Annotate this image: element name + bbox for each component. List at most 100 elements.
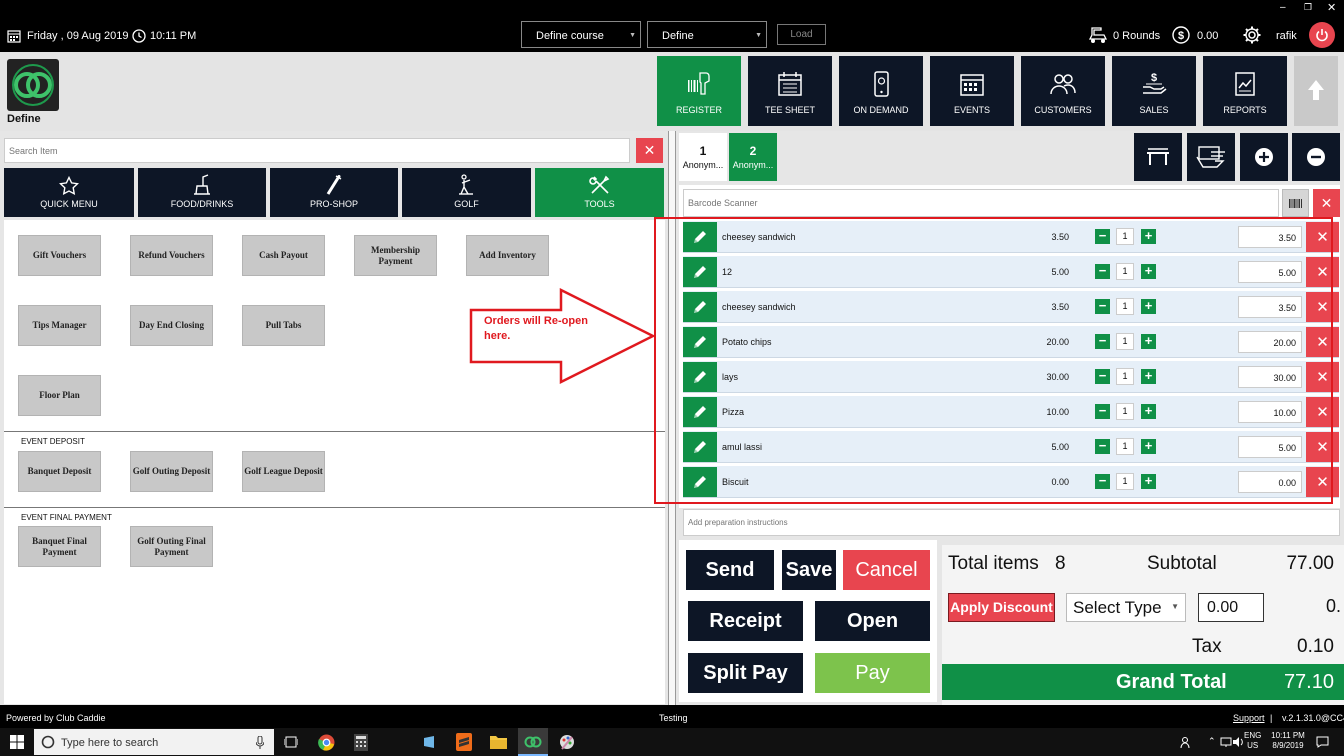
- golfer-icon: [456, 174, 476, 196]
- network-icon[interactable]: [1220, 736, 1232, 748]
- add-tab-button[interactable]: [1240, 133, 1288, 181]
- hand-payment-button[interactable]: [1187, 133, 1235, 181]
- paint-icon[interactable]: [558, 733, 576, 751]
- nav-on-demand[interactable]: ON DEMAND: [839, 56, 923, 126]
- remove-tab-button[interactable]: [1292, 133, 1340, 181]
- task-view-icon[interactable]: [284, 736, 298, 748]
- app-window-icon[interactable]: [422, 734, 438, 750]
- people-tray-icon[interactable]: [1180, 736, 1192, 748]
- order-tab-1[interactable]: 1 Anonym...: [679, 133, 727, 181]
- tab-number: 1: [699, 144, 707, 158]
- close-icon: ✕: [1320, 194, 1333, 211]
- people-icon: [1050, 74, 1076, 95]
- open-button[interactable]: Open: [815, 601, 930, 641]
- prep-instructions-input[interactable]: [684, 510, 1339, 535]
- category-quick-menu[interactable]: QUICK MENU: [4, 168, 134, 217]
- section-divider: [4, 507, 665, 508]
- category-tools[interactable]: TOOLS: [535, 168, 664, 217]
- grand-total-label: Grand Total: [1116, 671, 1227, 693]
- gear-icon[interactable]: [1242, 25, 1262, 45]
- save-button[interactable]: Save: [782, 550, 836, 590]
- nav-tee-sheet[interactable]: TEE SHEET: [748, 56, 832, 126]
- category-food-drinks[interactable]: FOOD/DRINKS: [138, 168, 266, 217]
- file-explorer-icon[interactable]: [490, 734, 507, 749]
- scroll-top-button[interactable]: [1294, 56, 1338, 126]
- clear-barcode-button[interactable]: ✕: [1313, 189, 1340, 217]
- taskbar-clock[interactable]: 10:11 PM 8/9/2019: [1268, 731, 1308, 751]
- search-input[interactable]: [5, 139, 629, 162]
- tool-day-end-closing[interactable]: Day End Closing: [130, 305, 213, 346]
- tool-golf-outing-final-payment[interactable]: Golf Outing Final Payment: [130, 526, 213, 567]
- prep-input-box[interactable]: [683, 509, 1340, 536]
- chrome-icon[interactable]: [318, 734, 335, 751]
- chevron-up-icon[interactable]: ⌃: [1208, 736, 1216, 747]
- define-select[interactable]: Define ▼: [647, 21, 767, 48]
- power-button[interactable]: [1309, 22, 1335, 48]
- search-circle-icon: [41, 735, 55, 749]
- support-link[interactable]: Support: [1233, 713, 1265, 723]
- category-label: TOOLS: [584, 199, 615, 209]
- tool-refund-vouchers[interactable]: Refund Vouchers: [130, 235, 213, 276]
- receipt-button[interactable]: Receipt: [688, 601, 803, 641]
- search-input-box[interactable]: [4, 138, 630, 163]
- notification-icon[interactable]: [1316, 736, 1329, 748]
- nav-sales[interactable]: $ SALES: [1112, 56, 1196, 126]
- windows-taskbar: Type here to search ⌃ ENG US 10:11 PM 8/…: [0, 728, 1344, 756]
- annotation-text: Orders will Re-open here.: [484, 315, 588, 343]
- nav-events[interactable]: EVENTS: [930, 56, 1014, 126]
- tool-cash-payout[interactable]: Cash Payout: [242, 235, 325, 276]
- minimize-window-icon[interactable]: –: [1280, 2, 1286, 13]
- barcode-button[interactable]: [1282, 189, 1309, 217]
- tool-banquet-final-payment[interactable]: Banquet Final Payment: [18, 526, 101, 567]
- tool-gift-vouchers[interactable]: Gift Vouchers: [18, 235, 101, 276]
- load-button[interactable]: Load: [777, 24, 826, 45]
- category-pro-shop[interactable]: PRO-SHOP: [270, 168, 398, 217]
- money-hand-icon: $: [1143, 72, 1167, 94]
- apply-discount-button[interactable]: Apply Discount: [948, 593, 1055, 622]
- barcode-input-box[interactable]: [683, 189, 1279, 217]
- sublime-icon[interactable]: [456, 733, 472, 751]
- discount-amount: 0.: [1326, 596, 1342, 616]
- table-button[interactable]: [1134, 133, 1182, 181]
- nav-customers[interactable]: CUSTOMERS: [1021, 56, 1105, 126]
- tool-floor-plan[interactable]: Floor Plan: [18, 375, 101, 416]
- close-window-icon[interactable]: ✕: [1327, 1, 1336, 14]
- volume-icon[interactable]: [1232, 736, 1244, 748]
- cancel-button[interactable]: Cancel: [843, 550, 930, 590]
- tool-golf-league-deposit[interactable]: Golf League Deposit: [242, 451, 325, 492]
- tool-banquet-deposit[interactable]: Banquet Deposit: [18, 451, 101, 492]
- minus-circle-icon: [1306, 147, 1326, 167]
- calendar-icon: [778, 72, 802, 96]
- nav-reports[interactable]: REPORTS: [1203, 56, 1287, 126]
- order-tab-2[interactable]: 2 Anonym...: [729, 133, 777, 181]
- nav-label: TEE SHEET: [764, 105, 815, 115]
- clock-icon: [132, 29, 146, 43]
- nav-register[interactable]: REGISTER: [657, 56, 741, 126]
- send-button[interactable]: Send: [686, 550, 774, 590]
- arrow-up-icon: [1306, 78, 1326, 102]
- taskbar-search-box[interactable]: Type here to search: [34, 729, 274, 755]
- discount-value-input[interactable]: 0.00: [1198, 593, 1264, 622]
- discount-type-select[interactable]: Select Type ▼: [1066, 593, 1186, 622]
- tool-pull-tabs[interactable]: Pull Tabs: [242, 305, 325, 346]
- pay-button[interactable]: Pay: [815, 653, 930, 693]
- taskbar-active-app[interactable]: [518, 728, 548, 756]
- course-select[interactable]: Define course ▼: [521, 21, 641, 48]
- calculator-icon[interactable]: [354, 734, 368, 751]
- define-select-value: Define: [662, 30, 694, 42]
- language-code: ENG: [1244, 731, 1262, 740]
- club-caddie-icon: [524, 734, 542, 750]
- category-label: QUICK MENU: [40, 199, 98, 209]
- split-pay-button[interactable]: Split Pay: [688, 653, 803, 693]
- category-golf[interactable]: GOLF: [402, 168, 531, 217]
- tool-membership-payment[interactable]: Membership Payment: [354, 235, 437, 276]
- restore-window-icon[interactable]: ❐: [1304, 2, 1312, 13]
- tool-tips-manager[interactable]: Tips Manager: [18, 305, 101, 346]
- tab-name: Anonym...: [732, 160, 774, 170]
- windows-start-icon[interactable]: [10, 735, 24, 749]
- barcode-input[interactable]: [684, 190, 1278, 216]
- language-indicator[interactable]: ENG US: [1244, 731, 1261, 751]
- clear-search-button[interactable]: ✕: [636, 138, 663, 163]
- tool-golf-outing-deposit[interactable]: Golf Outing Deposit: [130, 451, 213, 492]
- tool-add-inventory[interactable]: Add Inventory: [466, 235, 549, 276]
